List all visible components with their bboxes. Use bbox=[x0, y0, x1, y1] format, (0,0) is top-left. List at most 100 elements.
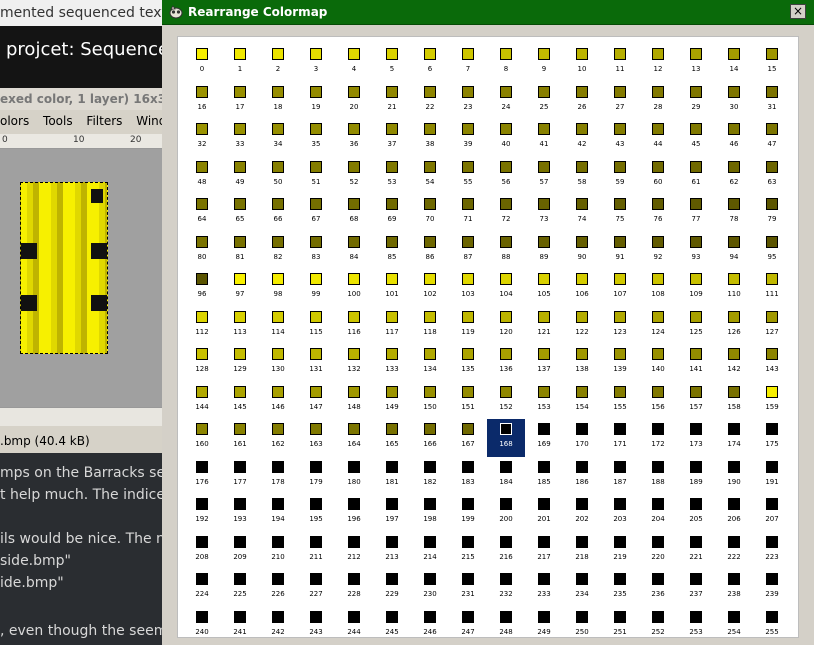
colormap-entry-73[interactable]: 73 bbox=[525, 194, 563, 232]
colormap-entry-79[interactable]: 79 bbox=[753, 194, 791, 232]
colormap-entry-49[interactable]: 49 bbox=[221, 157, 259, 195]
colormap-entry-103[interactable]: 103 bbox=[449, 269, 487, 307]
colormap-entry-0[interactable]: 0 bbox=[183, 44, 221, 82]
colormap-entry-29[interactable]: 29 bbox=[677, 82, 715, 120]
colormap-entry-224[interactable]: 224 bbox=[183, 569, 221, 607]
colormap-entry-175[interactable]: 175 bbox=[753, 419, 791, 457]
colormap-entry-92[interactable]: 92 bbox=[639, 232, 677, 270]
colormap-entry-3[interactable]: 3 bbox=[297, 44, 335, 82]
colormap-entry-15[interactable]: 15 bbox=[753, 44, 791, 82]
colormap-entry-95[interactable]: 95 bbox=[753, 232, 791, 270]
colormap-entry-169[interactable]: 169 bbox=[525, 419, 563, 457]
colormap-entry-107[interactable]: 107 bbox=[601, 269, 639, 307]
colormap-entry-241[interactable]: 241 bbox=[221, 607, 259, 645]
colormap-entry-217[interactable]: 217 bbox=[525, 532, 563, 570]
colormap-entry-153[interactable]: 153 bbox=[525, 382, 563, 420]
colormap-entry-193[interactable]: 193 bbox=[221, 494, 259, 532]
colormap-entry-124[interactable]: 124 bbox=[639, 307, 677, 345]
colormap-entry-8[interactable]: 8 bbox=[487, 44, 525, 82]
colormap-entry-235[interactable]: 235 bbox=[601, 569, 639, 607]
colormap-entry-16[interactable]: 16 bbox=[183, 82, 221, 120]
colormap-entry-234[interactable]: 234 bbox=[563, 569, 601, 607]
colormap-entry-43[interactable]: 43 bbox=[601, 119, 639, 157]
colormap-entry-136[interactable]: 136 bbox=[487, 344, 525, 382]
menu-filters[interactable]: Filters bbox=[86, 114, 122, 128]
colormap-entry-110[interactable]: 110 bbox=[715, 269, 753, 307]
colormap-entry-233[interactable]: 233 bbox=[525, 569, 563, 607]
colormap-entry-254[interactable]: 254 bbox=[715, 607, 753, 645]
colormap-entry-206[interactable]: 206 bbox=[715, 494, 753, 532]
colormap-entry-177[interactable]: 177 bbox=[221, 457, 259, 495]
colormap-entry-64[interactable]: 64 bbox=[183, 194, 221, 232]
colormap-entry-151[interactable]: 151 bbox=[449, 382, 487, 420]
colormap-entry-222[interactable]: 222 bbox=[715, 532, 753, 570]
colormap-entry-67[interactable]: 67 bbox=[297, 194, 335, 232]
colormap-entry-58[interactable]: 58 bbox=[563, 157, 601, 195]
colormap-entry-178[interactable]: 178 bbox=[259, 457, 297, 495]
colormap-entry-215[interactable]: 215 bbox=[449, 532, 487, 570]
colormap-entry-106[interactable]: 106 bbox=[563, 269, 601, 307]
colormap-entry-34[interactable]: 34 bbox=[259, 119, 297, 157]
colormap-entry-84[interactable]: 84 bbox=[335, 232, 373, 270]
colormap-entry-157[interactable]: 157 bbox=[677, 382, 715, 420]
colormap-entry-62[interactable]: 62 bbox=[715, 157, 753, 195]
colormap-entry-68[interactable]: 68 bbox=[335, 194, 373, 232]
colormap-entry-172[interactable]: 172 bbox=[639, 419, 677, 457]
colormap-entry-146[interactable]: 146 bbox=[259, 382, 297, 420]
colormap-entry-180[interactable]: 180 bbox=[335, 457, 373, 495]
colormap-entry-24[interactable]: 24 bbox=[487, 82, 525, 120]
colormap-entry-156[interactable]: 156 bbox=[639, 382, 677, 420]
colormap-entry-20[interactable]: 20 bbox=[335, 82, 373, 120]
colormap-entry-76[interactable]: 76 bbox=[639, 194, 677, 232]
colormap-entry-213[interactable]: 213 bbox=[373, 532, 411, 570]
colormap-entry-170[interactable]: 170 bbox=[563, 419, 601, 457]
colormap-entry-22[interactable]: 22 bbox=[411, 82, 449, 120]
colormap-entry-145[interactable]: 145 bbox=[221, 382, 259, 420]
colormap-entry-154[interactable]: 154 bbox=[563, 382, 601, 420]
colormap-entry-83[interactable]: 83 bbox=[297, 232, 335, 270]
colormap-entry-122[interactable]: 122 bbox=[563, 307, 601, 345]
colormap-entry-38[interactable]: 38 bbox=[411, 119, 449, 157]
colormap-entry-232[interactable]: 232 bbox=[487, 569, 525, 607]
colormap-entry-140[interactable]: 140 bbox=[639, 344, 677, 382]
colormap-entry-161[interactable]: 161 bbox=[221, 419, 259, 457]
colormap-entry-199[interactable]: 199 bbox=[449, 494, 487, 532]
colormap-entry-240[interactable]: 240 bbox=[183, 607, 221, 645]
colormap-entry-171[interactable]: 171 bbox=[601, 419, 639, 457]
colormap-entry-28[interactable]: 28 bbox=[639, 82, 677, 120]
colormap-entry-65[interactable]: 65 bbox=[221, 194, 259, 232]
colormap-entry-133[interactable]: 133 bbox=[373, 344, 411, 382]
colormap-entry-226[interactable]: 226 bbox=[259, 569, 297, 607]
colormap-entry-125[interactable]: 125 bbox=[677, 307, 715, 345]
colormap-entry-214[interactable]: 214 bbox=[411, 532, 449, 570]
colormap-entry-252[interactable]: 252 bbox=[639, 607, 677, 645]
colormap-entry-111[interactable]: 111 bbox=[753, 269, 791, 307]
colormap-entry-163[interactable]: 163 bbox=[297, 419, 335, 457]
colormap-entry-53[interactable]: 53 bbox=[373, 157, 411, 195]
colormap-entry-59[interactable]: 59 bbox=[601, 157, 639, 195]
colormap-entry-223[interactable]: 223 bbox=[753, 532, 791, 570]
colormap-entry-155[interactable]: 155 bbox=[601, 382, 639, 420]
colormap-entry-98[interactable]: 98 bbox=[259, 269, 297, 307]
menu-colors[interactable]: olors bbox=[0, 114, 29, 128]
colormap-entry-150[interactable]: 150 bbox=[411, 382, 449, 420]
close-button[interactable]: × bbox=[790, 4, 806, 19]
colormap-entry-132[interactable]: 132 bbox=[335, 344, 373, 382]
colormap-entry-112[interactable]: 112 bbox=[183, 307, 221, 345]
colormap-entry-227[interactable]: 227 bbox=[297, 569, 335, 607]
colormap-entry-113[interactable]: 113 bbox=[221, 307, 259, 345]
colormap-entry-45[interactable]: 45 bbox=[677, 119, 715, 157]
colormap-entry-182[interactable]: 182 bbox=[411, 457, 449, 495]
colormap-entry-208[interactable]: 208 bbox=[183, 532, 221, 570]
colormap-entry-77[interactable]: 77 bbox=[677, 194, 715, 232]
image-canvas[interactable] bbox=[0, 149, 162, 407]
colormap-entry-130[interactable]: 130 bbox=[259, 344, 297, 382]
colormap-entry-50[interactable]: 50 bbox=[259, 157, 297, 195]
colormap-entry-32[interactable]: 32 bbox=[183, 119, 221, 157]
colormap-entry-255[interactable]: 255 bbox=[753, 607, 791, 645]
colormap-entry-158[interactable]: 158 bbox=[715, 382, 753, 420]
colormap-entry-167[interactable]: 167 bbox=[449, 419, 487, 457]
colormap-entry-40[interactable]: 40 bbox=[487, 119, 525, 157]
colormap-entry-1[interactable]: 1 bbox=[221, 44, 259, 82]
colormap-entry-75[interactable]: 75 bbox=[601, 194, 639, 232]
